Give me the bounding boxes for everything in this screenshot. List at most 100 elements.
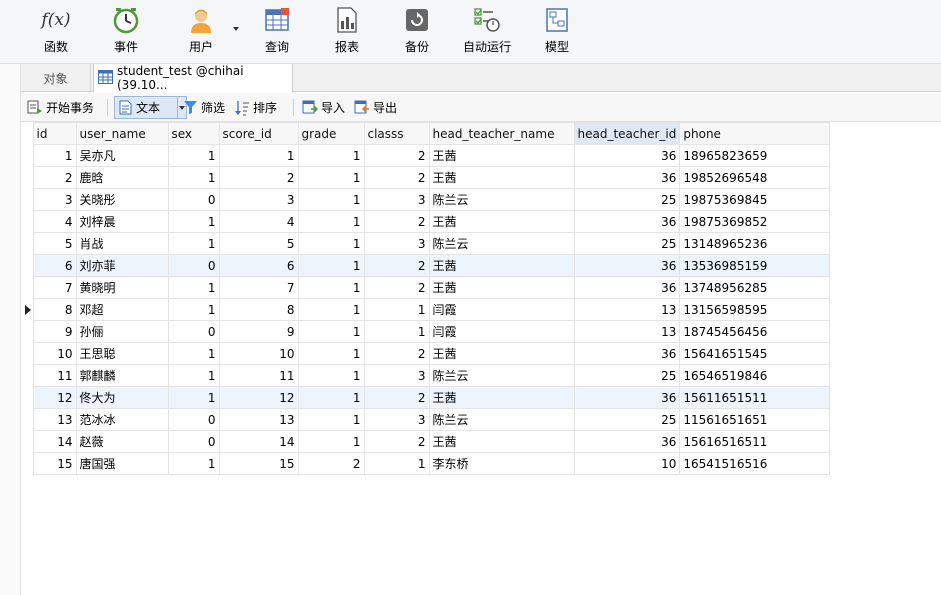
cell-head-teacher-name[interactable]: 王茜 xyxy=(428,144,575,167)
cell-phone[interactable]: 19875369852 xyxy=(679,210,831,233)
cell-score-id[interactable]: 13 xyxy=(218,408,299,431)
cell-classs[interactable]: 1 xyxy=(363,320,430,343)
text-view-button[interactable]: 文本 xyxy=(114,96,178,119)
row-indicator[interactable] xyxy=(22,188,33,211)
cell-score-id[interactable]: 5 xyxy=(218,232,299,255)
cell-sex[interactable]: 0 xyxy=(167,430,220,453)
cell-user-name[interactable]: 唐国强 xyxy=(75,452,169,475)
report-button[interactable]: 报表 xyxy=(331,4,363,60)
table-row[interactable]: 2 鹿晗 1 2 1 2 王茜 36 19852696548 xyxy=(22,166,831,189)
table-row[interactable]: 4 刘梓晨 1 4 1 2 王茜 36 19875369852 xyxy=(22,210,831,233)
cell-classs[interactable]: 3 xyxy=(363,408,430,431)
user-button[interactable]: 用户 xyxy=(185,4,217,60)
cell-score-id[interactable]: 10 xyxy=(218,342,299,365)
column-header-grade[interactable]: grade xyxy=(297,122,365,145)
cell-id[interactable]: 3 xyxy=(32,188,77,211)
table-row[interactable]: 15 唐国强 1 15 2 1 李东桥 10 16541516516 xyxy=(22,452,831,475)
table-row[interactable]: 12 佟大为 1 12 1 2 王茜 36 15611651511 xyxy=(22,386,831,409)
cell-id[interactable]: 10 xyxy=(32,342,77,365)
event-button[interactable]: 事件 xyxy=(110,4,142,60)
table-row[interactable]: 9 孙俪 0 9 1 1 闫霞 13 18745456456 xyxy=(22,320,831,343)
row-indicator[interactable] xyxy=(22,144,33,167)
cell-classs[interactable]: 2 xyxy=(363,210,430,233)
cell-head-teacher-name[interactable]: 王茜 xyxy=(428,166,575,189)
cell-id[interactable]: 8 xyxy=(32,298,77,321)
cell-sex[interactable]: 1 xyxy=(167,276,220,299)
cell-head-teacher-name[interactable]: 闫霞 xyxy=(428,298,575,321)
cell-user-name[interactable]: 刘梓晨 xyxy=(75,210,169,233)
cell-score-id[interactable]: 3 xyxy=(218,188,299,211)
table-row[interactable]: 3 关晓彤 0 3 1 3 陈兰云 25 19875369845 xyxy=(22,188,831,211)
table-row[interactable]: 8 邓超 1 8 1 1 闫霞 13 13156598595 xyxy=(22,298,831,321)
cell-id[interactable]: 1 xyxy=(32,144,77,167)
cell-head-teacher-id[interactable]: 36 xyxy=(573,276,681,299)
cell-grade[interactable]: 1 xyxy=(297,276,365,299)
row-indicator[interactable] xyxy=(22,452,33,475)
cell-id[interactable]: 13 xyxy=(32,408,77,431)
cell-sex[interactable]: 0 xyxy=(167,188,220,211)
cell-phone[interactable]: 15616516511 xyxy=(679,430,831,453)
cell-phone[interactable]: 15611651511 xyxy=(679,386,831,409)
cell-phone[interactable]: 13748956285 xyxy=(679,276,831,299)
cell-sex[interactable]: 1 xyxy=(167,364,220,387)
cell-grade[interactable]: 1 xyxy=(297,298,365,321)
cell-sex[interactable]: 1 xyxy=(167,452,220,475)
table-row[interactable]: 6 刘亦菲 0 6 1 2 王茜 36 13536985159 xyxy=(22,254,831,277)
cell-classs[interactable]: 1 xyxy=(363,298,430,321)
cell-classs[interactable]: 2 xyxy=(363,144,430,167)
cell-phone[interactable]: 13156598595 xyxy=(679,298,831,321)
column-header-score-id[interactable]: score_id xyxy=(218,122,299,145)
row-indicator[interactable] xyxy=(22,342,33,365)
row-indicator[interactable] xyxy=(22,254,33,277)
cell-grade[interactable]: 1 xyxy=(297,210,365,233)
cell-score-id[interactable]: 15 xyxy=(218,452,299,475)
cell-id[interactable]: 2 xyxy=(32,166,77,189)
cell-grade[interactable]: 1 xyxy=(297,232,365,255)
function-button[interactable]: f(x) 函数 xyxy=(40,4,72,60)
cell-grade[interactable]: 1 xyxy=(297,188,365,211)
cell-user-name[interactable]: 关晓彤 xyxy=(75,188,169,211)
tab-student-test[interactable]: student_test @chihai (39.10... xyxy=(93,64,293,93)
cell-user-name[interactable]: 邓超 xyxy=(75,298,169,321)
row-indicator[interactable] xyxy=(22,386,33,409)
query-button[interactable]: 查询 xyxy=(261,4,293,60)
sort-button[interactable]: 排序 xyxy=(235,96,277,119)
cell-head-teacher-id[interactable]: 36 xyxy=(573,210,681,233)
cell-score-id[interactable]: 7 xyxy=(218,276,299,299)
row-indicator[interactable] xyxy=(22,430,33,453)
cell-head-teacher-name[interactable]: 王茜 xyxy=(428,342,575,365)
row-indicator[interactable] xyxy=(22,364,33,387)
table-row[interactable]: 5 肖战 1 5 1 3 陈兰云 25 13148965236 xyxy=(22,232,831,255)
cell-score-id[interactable]: 4 xyxy=(218,210,299,233)
cell-sex[interactable]: 0 xyxy=(167,254,220,277)
table-row[interactable]: 1 吴亦凡 1 1 1 2 王茜 36 18965823659 xyxy=(22,144,831,167)
cell-grade[interactable]: 1 xyxy=(297,364,365,387)
column-header-head-teacher-id[interactable]: head_teacher_id xyxy=(573,122,681,145)
import-button[interactable]: 导入 xyxy=(302,96,345,119)
cell-sex[interactable]: 1 xyxy=(167,342,220,365)
cell-score-id[interactable]: 9 xyxy=(218,320,299,343)
cell-head-teacher-name[interactable]: 王茜 xyxy=(428,276,575,299)
cell-head-teacher-name[interactable]: 陈兰云 xyxy=(428,188,575,211)
cell-head-teacher-id[interactable]: 36 xyxy=(573,386,681,409)
cell-head-teacher-id[interactable]: 36 xyxy=(573,166,681,189)
cell-user-name[interactable]: 孙俪 xyxy=(75,320,169,343)
cell-classs[interactable]: 3 xyxy=(363,188,430,211)
tab-objects[interactable]: 对象 xyxy=(21,64,91,92)
cell-user-name[interactable]: 肖战 xyxy=(75,232,169,255)
column-header-classs[interactable]: classs xyxy=(363,122,430,145)
cell-id[interactable]: 11 xyxy=(32,364,77,387)
cell-grade[interactable]: 1 xyxy=(297,166,365,189)
backup-button[interactable]: 备份 xyxy=(401,4,433,60)
cell-phone[interactable]: 13536985159 xyxy=(679,254,831,277)
table-row[interactable]: 10 王思聪 1 10 1 2 王茜 36 15641651545 xyxy=(22,342,831,365)
cell-score-id[interactable]: 12 xyxy=(218,386,299,409)
cell-user-name[interactable]: 吴亦凡 xyxy=(75,144,169,167)
cell-id[interactable]: 12 xyxy=(32,386,77,409)
cell-head-teacher-id[interactable]: 36 xyxy=(573,144,681,167)
cell-grade[interactable]: 1 xyxy=(297,320,365,343)
cell-phone[interactable]: 18965823659 xyxy=(679,144,831,167)
cell-head-teacher-name[interactable]: 王茜 xyxy=(428,254,575,277)
cell-score-id[interactable]: 6 xyxy=(218,254,299,277)
table-row[interactable]: 11 郭麒麟 1 11 1 3 陈兰云 25 16546519846 xyxy=(22,364,831,387)
